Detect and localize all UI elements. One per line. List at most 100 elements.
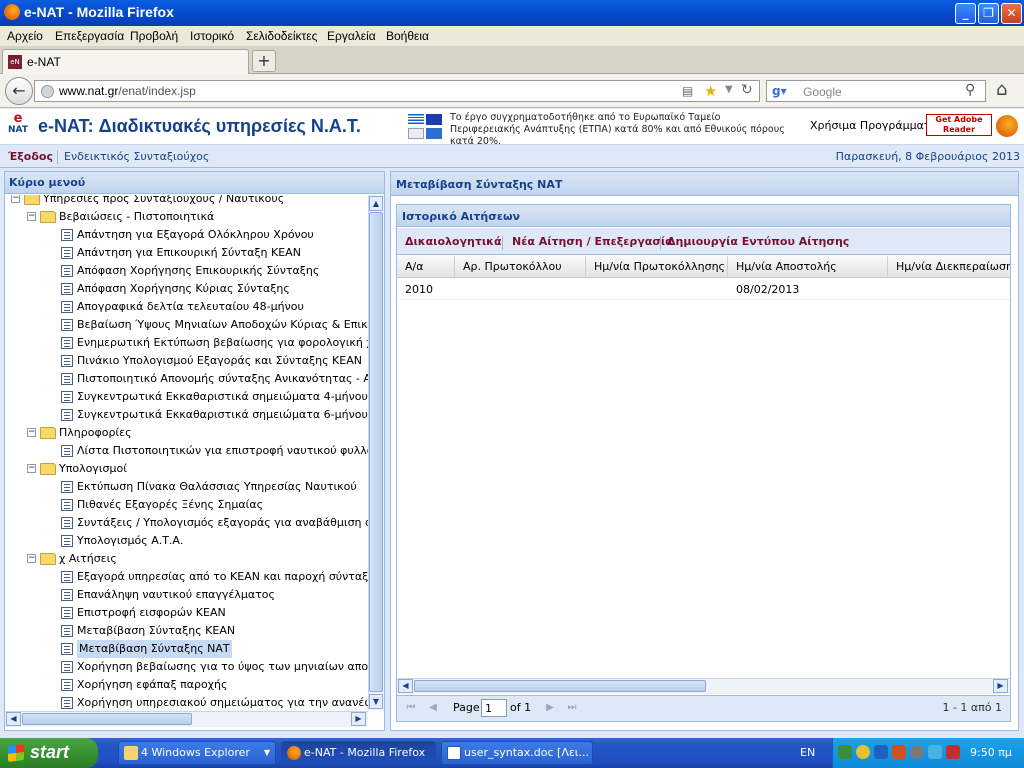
tree-item[interactable]: Απάντηση για Επικουρική Σύνταξη ΚΕΑΝ [5, 244, 368, 262]
user-name: Ενδεικτικός Συνταξιούχος [64, 150, 210, 163]
tree-folder[interactable]: − Βεβαιώσεις - Πιστοποιητικά [5, 208, 368, 226]
tree-item[interactable]: Απόφαση Χορήγησης Κύριας Σύνταξης [5, 280, 368, 298]
tray-speaker-icon[interactable] [910, 745, 924, 759]
minimize-button[interactable]: _ [955, 3, 976, 24]
column-header-send-date[interactable]: Ημ/νία Αποστολής [728, 256, 888, 277]
tree-item[interactable]: Απόφαση Χορήγησης Επικουρικής Σύνταξης [5, 262, 368, 280]
rss-icon[interactable]: ▤ [682, 84, 693, 98]
column-header-protocol-date[interactable]: Ημ/νία Πρωτοκόλλησης [586, 256, 728, 277]
tree-item[interactable]: Απογραφικά δελτία τελευταίου 48-μήνου [5, 298, 368, 316]
tree-item[interactable]: Πιθανές Εξαγορές Ξένης Σημαίας [5, 496, 368, 514]
grid-horizontal-scroll-thumb[interactable] [414, 680, 706, 692]
tree-item[interactable]: Εκτύπωση Πίνακα Θαλάσσιας Υπηρεσίας Ναυτ… [5, 478, 368, 496]
tray-antivirus-icon[interactable] [946, 745, 960, 759]
reload-icon[interactable]: ↻ [741, 82, 753, 98]
close-button[interactable]: ✕ [1001, 3, 1022, 24]
eu-flags-logo [408, 114, 444, 140]
start-button[interactable]: start [0, 738, 98, 768]
tray-security-icon[interactable] [892, 745, 906, 759]
menu-file[interactable]: Αρχείο [7, 29, 43, 43]
menu-tools[interactable]: Εργαλεία [327, 29, 376, 43]
tree-folder[interactable]: − Υπολογισμοί [5, 460, 368, 478]
collapse-toggle-icon[interactable]: − [27, 428, 36, 437]
scroll-up-button[interactable]: ▲ [369, 196, 383, 211]
tree-item[interactable]: Βεβαίωση Ύψους Μηνιαίων Αποδοχών Κύριας … [5, 316, 368, 334]
tray-bluetooth-icon[interactable] [928, 745, 942, 759]
chevron-down-icon[interactable]: ▼ [725, 84, 733, 95]
back-button[interactable]: ← [5, 77, 33, 105]
tree-item-label: Υπολογισμός Α.Τ.Α. [77, 534, 184, 547]
create-application-form-button[interactable]: Δημιουργία Εντύπου Αίτησης [667, 235, 849, 248]
tray-network-icon[interactable] [838, 745, 852, 759]
menu-help[interactable]: Βοήθεια [386, 29, 429, 43]
next-page-icon[interactable]: ▶ [543, 701, 557, 715]
tree-item[interactable]: Συντάξεις / Υπολογισμός εξαγοράς για ανα… [5, 514, 368, 532]
scroll-right-button[interactable]: ▶ [351, 712, 366, 726]
language-indicator[interactable]: EN [800, 746, 815, 759]
new-tab-button[interactable]: + [252, 50, 276, 72]
task-firefox[interactable]: e-NAT - Mozilla Firefox [281, 741, 436, 765]
new-application-button[interactable]: Νέα Αίτηση / Επεξεργασία [512, 235, 673, 248]
collapse-toggle-icon[interactable]: − [27, 554, 36, 563]
column-header-completion-date[interactable]: Ημ/νία Διεκπεραίωσης [888, 256, 1010, 277]
column-header-aa[interactable]: Α/α [397, 256, 455, 277]
menu-view[interactable]: Προβολή [130, 29, 178, 43]
previous-page-icon[interactable]: ◀ [426, 701, 440, 715]
first-page-icon[interactable]: ⏮ [404, 701, 418, 715]
tree-item-label: Χορήγηση εφάπαξ παροχής [77, 678, 228, 691]
column-header-protocol-number[interactable]: Αρ. Πρωτοκόλλου [455, 256, 586, 277]
tree-item[interactable]: Εξαγορά υπηρεσίας από το ΚΕΑΝ και παροχή… [5, 568, 368, 586]
table-row[interactable]: 2010 08/02/2013 [397, 279, 1010, 300]
menu-history[interactable]: Ιστορικό [190, 29, 234, 43]
tree-item[interactable]: Επανάληψη ναυτικού επαγγέλματος [5, 586, 368, 604]
tab-enat[interactable]: eN e-NAT [2, 49, 249, 74]
collapse-toggle-icon[interactable]: − [11, 195, 20, 203]
scroll-left-button[interactable]: ◀ [6, 712, 21, 726]
page-number-input[interactable] [481, 699, 507, 717]
tree-item[interactable]: Απάντηση για Εξαγορά Ολόκληρου Χρόνου [5, 226, 368, 244]
search-icon[interactable]: ⚲ [965, 82, 975, 98]
tree-item[interactable]: Μεταβίβαση Σύνταξης ΚΕΑΝ [5, 622, 368, 640]
tree-item[interactable]: Χορήγηση εφάπαξ παροχής [5, 676, 368, 694]
tree-vertical-scroll-thumb[interactable] [369, 212, 383, 692]
tree-item[interactable]: Πινάκιο Υπολογισμού Εξαγοράς και Σύνταξη… [5, 352, 368, 370]
tree-item[interactable]: Υπολογισμός Α.Τ.Α. [5, 532, 368, 550]
grid-scroll-left-button[interactable]: ◀ [398, 679, 413, 693]
tree-item[interactable]: Επιστροφή εισφορών ΚΕΑΝ [5, 604, 368, 622]
firefox-download-link[interactable] [996, 115, 1018, 137]
supporting-documents-button[interactable]: Δικαιολογητικά [405, 235, 502, 248]
tree-item[interactable]: Συγκεντρωτικά Εκκαθαριστικά σημειώματα 4… [5, 388, 368, 406]
home-icon[interactable]: ⌂ [996, 79, 1007, 100]
address-bar[interactable]: www.nat.gr/enat/index.jsp ▤ ★ ▼ ↻ [34, 80, 760, 102]
scroll-down-button[interactable]: ▼ [369, 694, 383, 709]
tree-folder[interactable]: − χ Αιτήσεις [5, 550, 368, 568]
logout-button[interactable]: Έξοδος [8, 150, 53, 163]
menu-edit[interactable]: Επεξεργασία [55, 29, 124, 43]
tree-item[interactable]: Λίστα Πιστοποιητικών για επιστροφή ναυτι… [5, 442, 368, 460]
menu-bookmarks[interactable]: Σελιδοδείκτες [246, 29, 317, 43]
last-page-icon[interactable]: ⏭ [565, 701, 579, 715]
grid-scroll-right-button[interactable]: ▶ [993, 679, 1008, 693]
tree-item[interactable]: Ενημερωτική Εκτύπωση βεβαίωσης για φορολ… [5, 334, 368, 352]
search-box[interactable]: g▾ Google ⚲ [766, 80, 986, 102]
maximize-button[interactable]: ❐ [978, 3, 999, 24]
tree-item[interactable]: Χορήγηση βεβαίωσης για το ύψος των μηνια… [5, 658, 368, 676]
tree-item[interactable]: Μεταβίβαση Σύνταξης ΝΑΤ [5, 640, 368, 658]
tree-item-label: Εκτύπωση Πίνακα Θαλάσσιας Υπηρεσίας Ναυτ… [77, 480, 357, 493]
tree-item[interactable]: Συγκεντρωτικά Εκκαθαριστικά σημειώματα 6… [5, 406, 368, 424]
cell-completion-date [888, 279, 1010, 299]
collapse-toggle-icon[interactable]: − [27, 212, 36, 221]
bookmark-star-icon[interactable]: ★ [704, 82, 717, 100]
collapse-toggle-icon[interactable]: − [27, 464, 36, 473]
tray-app-icon[interactable] [874, 745, 888, 759]
tree-horizontal-scroll-thumb[interactable] [22, 713, 192, 725]
tree-folder[interactable]: − Υπηρεσίες προς Συνταξιούχους / Ναυτικού… [5, 195, 368, 208]
menu-bar: Αρχείο Επεξεργασία Προβολή Ιστορικό Σελι… [0, 26, 1024, 46]
task-word-document[interactable]: user_syntax.doc [Λει... [441, 741, 593, 765]
tray-smiley-icon[interactable] [856, 745, 870, 759]
tree-item[interactable]: Χορήγηση υπηρεσιακού σημειώματος για την… [5, 694, 368, 710]
tree-folder[interactable]: − Πληροφορίες [5, 424, 368, 442]
tree-item[interactable]: Πιστοποιητικό Απονομής σύνταξης Ανικανότ… [5, 370, 368, 388]
task-windows-explorer[interactable]: 4 Windows Explorer ▼ [118, 741, 276, 765]
adobe-reader-link[interactable]: Get Adobe Reader [926, 114, 992, 136]
